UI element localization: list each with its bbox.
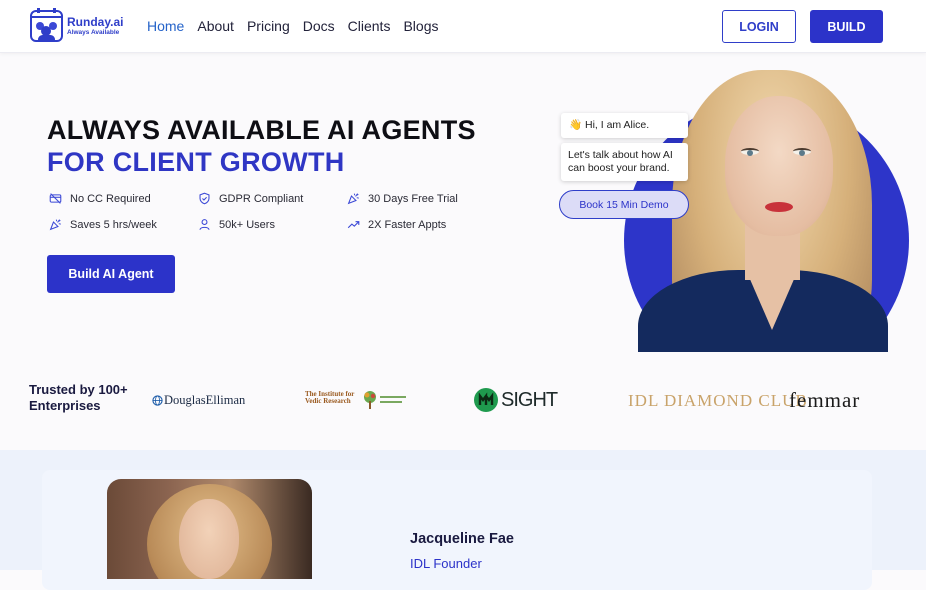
feature-label: 2X Faster Appts <box>368 218 447 231</box>
brand-douglas-elliman: DouglasElliman <box>152 393 245 408</box>
logo[interactable]: Runday.ai Always Available <box>30 8 124 42</box>
build-button[interactable]: BUILD <box>810 10 883 43</box>
brand-sight: SIGHT <box>474 388 558 412</box>
testimonial-role: IDL Founder <box>410 556 482 571</box>
brand-name: DouglasElliman <box>164 393 246 407</box>
logo-tagline: Always Available <box>67 28 120 36</box>
top-navbar: Runday.ai Always Available Home About Pr… <box>0 0 926 53</box>
nav-home[interactable]: Home <box>147 18 184 34</box>
feature-free-trial: 30 Days Free Trial <box>347 192 458 205</box>
hero-headline-line2: FOR CLIENT GROWTH <box>47 147 345 177</box>
chat-message-text: Let's talk about how AI can boost your b… <box>568 149 673 174</box>
book-demo-button[interactable]: Book 15 Min Demo <box>559 190 689 219</box>
calendar-users-icon <box>30 8 63 42</box>
nav-pricing[interactable]: Pricing <box>247 18 290 34</box>
nav-about[interactable]: About <box>197 18 234 34</box>
feature-label: GDPR Compliant <box>219 192 304 205</box>
portrait-eye-left <box>741 148 759 156</box>
feature-faster-appts: 2X Faster Appts <box>347 218 446 231</box>
chat-bubble-message: Let's talk about how AI can boost your b… <box>561 143 688 181</box>
portrait-lips <box>765 202 793 212</box>
portrait-face <box>725 96 833 236</box>
portrait-eye-right <box>793 148 811 156</box>
feature-gdpr: GDPR Compliant <box>198 192 303 205</box>
feature-label: 50k+ Users <box>219 218 275 231</box>
nav-clients[interactable]: Clients <box>348 18 391 34</box>
trending-up-icon <box>347 221 360 229</box>
main-menu: Home About Pricing Docs Clients Blogs <box>147 18 438 34</box>
testimonial-photo-face <box>179 499 239 579</box>
feature-saves-time: Saves 5 hrs/week <box>49 218 157 231</box>
login-button[interactable]: LOGIN <box>722 10 796 43</box>
feature-label: No CC Required <box>70 192 151 205</box>
sight-logo-icon <box>474 388 498 412</box>
brand-idl-diamond-club: IDL DIAMOND CLUB <box>628 391 808 411</box>
feature-label: Saves 5 hrs/week <box>70 218 157 231</box>
portrait-collar <box>746 270 798 330</box>
credit-card-off-icon <box>49 193 62 204</box>
user-icon <box>199 219 210 230</box>
chat-greeting-text: 👋 Hi, I am Alice. <box>569 119 650 131</box>
trusted-title-line2: Enterprises <box>29 398 101 413</box>
logo-name: Runday.ai <box>67 14 124 29</box>
testimonial-name: Jacqueline Fae <box>410 531 514 547</box>
feature-no-cc: No CC Required <box>49 192 151 205</box>
party-popper-icon <box>347 193 359 205</box>
hero-headline-line1: ALWAYS AVAILABLE AI AGENTS <box>47 115 476 145</box>
brand-vedic-research: The Institute for Vedic Research <box>305 390 406 412</box>
globe-logo-icon <box>152 395 163 406</box>
brand-name: IDL DIAMOND CLUB <box>628 391 808 410</box>
trusted-title: Trusted by 100+ Enterprises <box>29 382 128 414</box>
testimonial-photo <box>107 479 312 579</box>
feature-users: 50k+ Users <box>198 218 275 231</box>
shield-check-icon <box>199 192 210 205</box>
build-ai-agent-button[interactable]: Build AI Agent <box>47 255 175 293</box>
tree-logo-icon <box>364 391 376 409</box>
feature-label: 30 Days Free Trial <box>368 192 458 205</box>
brand-name: The Institute for Vedic Research <box>305 390 355 405</box>
nav-docs[interactable]: Docs <box>303 18 335 34</box>
trusted-title-line1: Trusted by 100+ <box>29 382 128 397</box>
party-popper-icon <box>49 219 61 231</box>
brand-femmar: femmar <box>789 388 860 413</box>
brand-name: SIGHT <box>501 388 558 411</box>
nav-blogs[interactable]: Blogs <box>403 18 438 34</box>
brand-name: femmar <box>789 388 861 412</box>
chat-bubble-greeting: 👋 Hi, I am Alice. <box>561 113 688 138</box>
